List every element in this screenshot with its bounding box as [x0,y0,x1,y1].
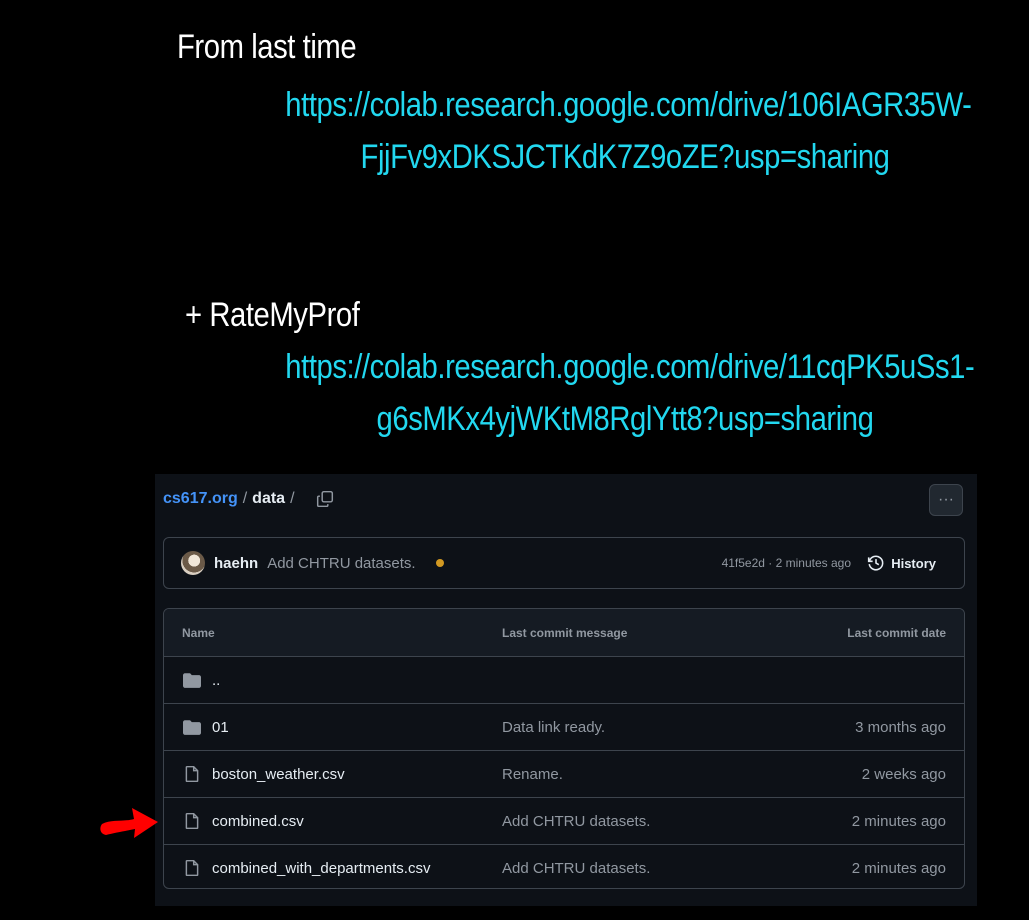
table-row[interactable]: combined_with_departments.csv Add CHTRU … [164,844,964,888]
commit-date-cell: 3 months ago [855,718,946,736]
commit-author[interactable]: haehn [214,555,258,572]
commit-date-cell: 2 minutes ago [851,812,946,830]
folder-icon [182,672,202,688]
commit-message-cell[interactable]: Add CHTRU datasets. [502,798,650,844]
colab-link-2-line-2[interactable]: g6sMKx4yjWKtM8RglYtt8?usp=sharing [285,400,964,439]
column-header-message: Last commit message [502,625,628,640]
colab-link-1-line-2[interactable]: FjjFv9xDKSJCTKdK7Z9oZE?usp=sharing [285,138,964,177]
latest-commit-bar: haehn Add CHTRU datasets. 41f5e2d · 2 mi… [163,537,965,589]
file-name[interactable]: combined.csv [212,813,304,830]
file-name[interactable]: 01 [212,719,229,736]
history-button[interactable]: History [867,554,936,572]
breadcrumb-current-folder: data [252,490,286,507]
file-icon [182,859,202,877]
file-name[interactable]: boston_weather.csv [212,766,345,783]
colab-link-1-line-1[interactable]: https://colab.research.google.com/drive/… [285,86,972,125]
file-icon [182,765,202,783]
table-row[interactable]: boston_weather.csv Rename. 2 weeks ago [164,750,964,797]
breadcrumb-repo-link[interactable]: cs617.org [163,490,238,508]
commit-message-cell[interactable]: Rename. [502,751,563,797]
history-icon [868,555,884,571]
commit-message[interactable]: Add CHTRU datasets. [267,555,415,572]
heading-ratemyprof: + RateMyProf [185,296,360,334]
commit-message-cell[interactable]: Data link ready. [502,704,605,750]
red-hand-drawn-arrow-icon [100,808,158,838]
commit-meta[interactable]: 41f5e2d · 2 minutes ago [722,556,851,570]
commit-message-cell[interactable]: Add CHTRU datasets. [502,845,650,888]
file-table: Name Last commit message Last commit dat… [163,608,965,889]
commit-date-cell: 2 weeks ago [861,765,946,783]
column-header-name: Name [182,625,215,640]
file-name[interactable]: .. [212,672,220,689]
breadcrumb-separator: / [290,490,295,507]
table-header: Name Last commit message Last commit dat… [164,609,964,656]
history-label: History [891,555,936,571]
column-header-date: Last commit date [847,625,946,640]
copy-path-icon[interactable] [316,490,334,508]
file-icon [182,812,202,830]
breadcrumb: cs617.org / data / [163,490,334,508]
more-options-button[interactable]: ··· [929,484,963,516]
commit-date-cell: 2 minutes ago [851,859,946,877]
file-name[interactable]: combined_with_departments.csv [212,860,430,877]
table-row[interactable]: 01 Data link ready. 3 months ago [164,703,964,750]
commit-status-dot-icon[interactable] [435,559,444,567]
folder-icon [182,719,202,735]
colab-link-2-line-1[interactable]: https://colab.research.google.com/drive/… [285,348,974,387]
avatar[interactable] [181,551,205,575]
heading-from-last-time: From last time [177,28,357,66]
github-file-browser: cs617.org / data / ··· haehn Add CHTRU d… [155,474,977,906]
table-row[interactable]: .. [164,656,964,703]
table-row[interactable]: combined.csv Add CHTRU datasets. 2 minut… [164,797,964,844]
breadcrumb-separator: / [242,490,248,507]
